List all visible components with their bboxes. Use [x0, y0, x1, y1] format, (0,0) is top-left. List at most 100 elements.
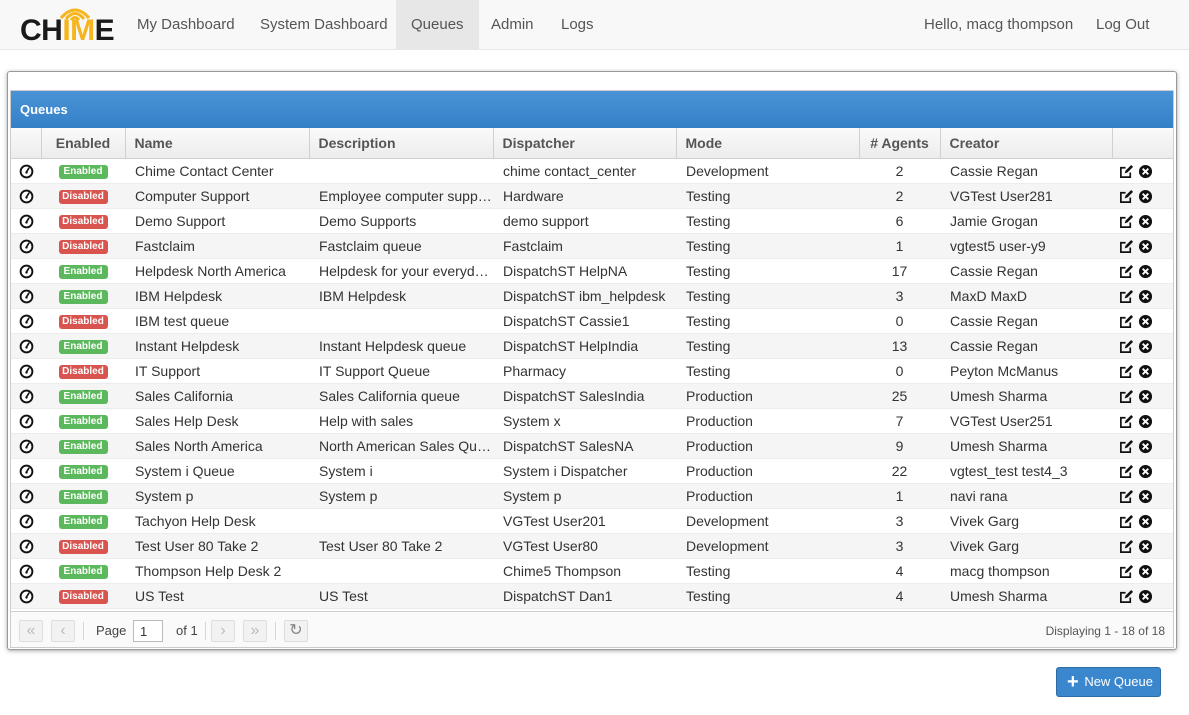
delete-icon[interactable]: [1138, 339, 1153, 354]
edit-icon[interactable]: [1119, 514, 1134, 529]
delete-icon[interactable]: [1138, 464, 1153, 479]
nav-my-dashboard[interactable]: My Dashboard: [122, 0, 250, 50]
delete-icon[interactable]: [1138, 214, 1153, 229]
col-header-description[interactable]: Description: [309, 128, 494, 159]
table-row[interactable]: Enabled Sales California Sales California …: [11, 383, 1173, 409]
row-dashboard-cell[interactable]: [11, 333, 41, 359]
new-queue-button[interactable]: + New Queue: [1056, 667, 1161, 697]
user-greeting[interactable]: Hello, macg thompson: [909, 0, 1088, 50]
edit-icon[interactable]: [1119, 489, 1134, 504]
table-row[interactable]: Disabled US Test US Test DispatchST Dan1 Tes…: [11, 583, 1173, 609]
col-header-mode[interactable]: Mode: [676, 128, 860, 159]
table-row[interactable]: Enabled Helpdesk North America Helpdesk fo…: [11, 258, 1173, 284]
logout-link[interactable]: Log Out: [1081, 0, 1164, 50]
delete-icon[interactable]: [1138, 164, 1153, 179]
nav-admin[interactable]: Admin: [476, 0, 549, 50]
edit-icon[interactable]: [1119, 589, 1134, 604]
delete-icon[interactable]: [1138, 414, 1153, 429]
table-row[interactable]: Disabled Test User 80 Take 2 Test User 80 …: [11, 533, 1173, 559]
table-row[interactable]: Disabled Computer Support Employee compute…: [11, 183, 1173, 209]
row-dashboard-cell[interactable]: [11, 258, 41, 284]
delete-icon[interactable]: [1138, 539, 1153, 554]
row-dashboard-cell[interactable]: [11, 483, 41, 509]
row-dashboard-cell[interactable]: [11, 158, 41, 184]
table-row[interactable]: Disabled IBM test queue DispatchST Cassie1…: [11, 308, 1173, 334]
edit-icon[interactable]: [1119, 214, 1134, 229]
row-dashboard-cell[interactable]: [11, 508, 41, 534]
chime-logo[interactable]: CHIME: [20, 4, 124, 46]
table-row[interactable]: Enabled Thompson Help Desk 2 Chime5 Thomps…: [11, 558, 1173, 584]
delete-icon[interactable]: [1138, 314, 1153, 329]
delete-icon[interactable]: [1138, 589, 1153, 604]
mode-cell: Testing: [676, 208, 859, 234]
prev-page-button[interactable]: ‹: [51, 620, 75, 642]
table-row[interactable]: Enabled Sales North America North American…: [11, 433, 1173, 459]
table-row[interactable]: Enabled System i Queue System i System i Di…: [11, 458, 1173, 484]
refresh-icon[interactable]: ↻: [284, 620, 308, 642]
edit-icon[interactable]: [1119, 464, 1134, 479]
edit-icon[interactable]: [1119, 364, 1134, 379]
col-header-agents[interactable]: # Agents: [859, 128, 941, 159]
nav-queues[interactable]: Queues: [396, 0, 479, 50]
row-dashboard-cell[interactable]: [11, 433, 41, 459]
agents-cell: 3: [859, 283, 940, 309]
edit-icon[interactable]: [1119, 389, 1134, 404]
edit-icon[interactable]: [1119, 289, 1134, 304]
col-header-name[interactable]: Name: [125, 128, 310, 159]
table-row[interactable]: Disabled Demo Support Demo Supports demo su…: [11, 208, 1173, 234]
table-row[interactable]: Enabled Chime Contact Center chime contact…: [11, 158, 1173, 184]
row-dashboard-cell[interactable]: [11, 233, 41, 259]
edit-icon[interactable]: [1119, 564, 1134, 579]
delete-icon[interactable]: [1138, 239, 1153, 254]
delete-icon[interactable]: [1138, 189, 1153, 204]
row-dashboard-cell[interactable]: [11, 533, 41, 559]
table-row[interactable]: Disabled IT Support IT Support Queue Pharma…: [11, 358, 1173, 384]
row-dashboard-cell[interactable]: [11, 408, 41, 434]
row-dashboard-cell[interactable]: [11, 458, 41, 484]
delete-icon[interactable]: [1138, 389, 1153, 404]
delete-icon[interactable]: [1138, 514, 1153, 529]
page-number-input[interactable]: [133, 620, 163, 642]
dispatcher-cell: DispatchST Dan1: [493, 583, 676, 609]
edit-icon[interactable]: [1119, 439, 1134, 454]
edit-icon[interactable]: [1119, 339, 1134, 354]
col-header-creator[interactable]: Creator: [940, 128, 1113, 159]
row-dashboard-cell[interactable]: [11, 183, 41, 209]
table-row[interactable]: Enabled Sales Help Desk Help with sales Sys…: [11, 408, 1173, 434]
edit-icon[interactable]: [1119, 239, 1134, 254]
status-badge: Disabled: [58, 364, 108, 379]
delete-icon[interactable]: [1138, 439, 1153, 454]
row-dashboard-cell[interactable]: [11, 308, 41, 334]
row-dashboard-cell[interactable]: [11, 383, 41, 409]
col-header-dispatcher[interactable]: Dispatcher: [493, 128, 677, 159]
row-dashboard-cell[interactable]: [11, 558, 41, 584]
row-dashboard-cell[interactable]: [11, 283, 41, 309]
col-header-enabled[interactable]: Enabled: [41, 128, 126, 159]
edit-icon[interactable]: [1119, 314, 1134, 329]
edit-icon[interactable]: [1119, 539, 1134, 554]
table-row[interactable]: Disabled Fastclaim Fastclaim queue Fastclai…: [11, 233, 1173, 259]
edit-icon[interactable]: [1119, 414, 1134, 429]
description-cell: [309, 158, 493, 184]
description-cell: System p: [309, 483, 493, 509]
row-dashboard-cell[interactable]: [11, 358, 41, 384]
row-dashboard-cell[interactable]: [11, 583, 41, 609]
next-page-button[interactable]: ›: [211, 620, 235, 642]
delete-icon[interactable]: [1138, 364, 1153, 379]
nav-logs[interactable]: Logs: [546, 0, 609, 50]
table-row[interactable]: Enabled Instant Helpdesk Instant Helpdesk …: [11, 333, 1173, 359]
edit-icon[interactable]: [1119, 189, 1134, 204]
last-page-button[interactable]: »: [243, 620, 267, 642]
delete-icon[interactable]: [1138, 289, 1153, 304]
table-row[interactable]: Enabled System p System p System p Productio…: [11, 483, 1173, 509]
first-page-button[interactable]: «: [19, 620, 43, 642]
table-row[interactable]: Enabled IBM Helpdesk IBM Helpdesk DispatchS…: [11, 283, 1173, 309]
row-dashboard-cell[interactable]: [11, 208, 41, 234]
delete-icon[interactable]: [1138, 264, 1153, 279]
delete-icon[interactable]: [1138, 564, 1153, 579]
edit-icon[interactable]: [1119, 164, 1134, 179]
nav-system-dashboard[interactable]: System Dashboard: [245, 0, 403, 50]
table-row[interactable]: Enabled Tachyon Help Desk VGTest User201 De…: [11, 508, 1173, 534]
edit-icon[interactable]: [1119, 264, 1134, 279]
delete-icon[interactable]: [1138, 489, 1153, 504]
